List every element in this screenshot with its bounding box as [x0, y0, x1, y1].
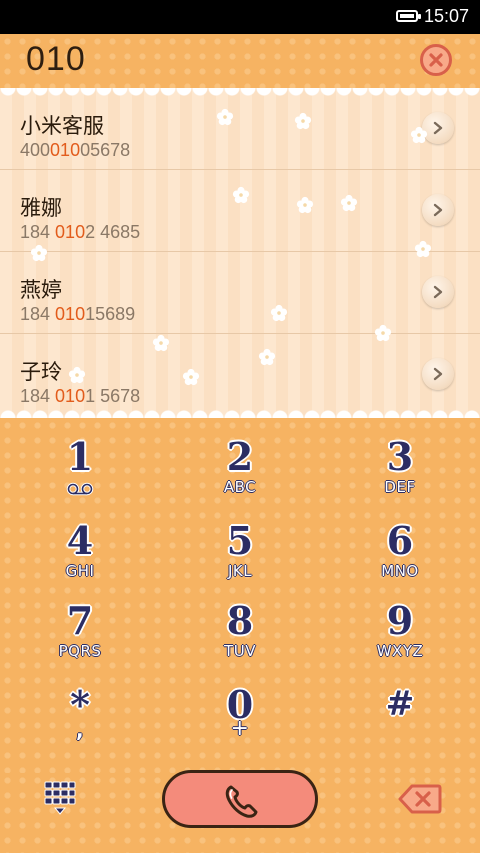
- key-hash[interactable]: #: [320, 672, 480, 754]
- contact-number: 184 01015689: [20, 304, 136, 324]
- backspace-icon[interactable]: [398, 783, 442, 815]
- key-0[interactable]: 0 +: [160, 672, 320, 754]
- flower-decoration-icon: [414, 240, 432, 258]
- dialed-number: 010: [26, 40, 86, 78]
- key-1[interactable]: 1: [0, 424, 160, 506]
- contact-row[interactable]: 燕婷 184 01015689: [0, 252, 480, 334]
- contact-name: 燕婷: [20, 278, 62, 302]
- call-button[interactable]: [162, 770, 318, 828]
- chevron-right-icon: [433, 285, 443, 299]
- battery-icon: [396, 10, 421, 22]
- key-5[interactable]: 5 JKL: [160, 508, 320, 590]
- key-3[interactable]: 3 DEF: [320, 424, 480, 506]
- flower-decoration-icon: [232, 186, 250, 204]
- contact-detail-button[interactable]: [422, 276, 454, 308]
- clear-number-button[interactable]: [420, 44, 452, 76]
- contact-name: 小米客服: [20, 114, 104, 138]
- phone-icon: [225, 785, 258, 818]
- flower-decoration-icon: [410, 126, 428, 144]
- key-star[interactable]: * ,: [0, 672, 160, 754]
- flower-decoration-icon: [30, 244, 48, 262]
- key-6[interactable]: 6 MNO: [320, 508, 480, 590]
- flower-decoration-icon: [374, 324, 392, 342]
- contact-number: 184 0102 4685: [20, 222, 141, 242]
- flower-decoration-icon: [270, 304, 288, 322]
- key-8[interactable]: 8 TUV: [160, 588, 320, 670]
- key-9[interactable]: 9 WXYZ: [320, 588, 480, 670]
- contact-detail-button[interactable]: [422, 194, 454, 226]
- contact-number: 184 0101 5678: [20, 386, 141, 406]
- dial-header: 010: [0, 34, 480, 88]
- clear-x-icon: [429, 53, 443, 67]
- contact-name: 子玲: [20, 360, 62, 384]
- chevron-right-icon: [433, 367, 443, 381]
- contact-row[interactable]: 雅娜 184 0102 4685: [0, 170, 480, 252]
- flower-decoration-icon: [294, 112, 312, 130]
- dial-keypad: 1 2 ABC 3 DEF 4 GHI 5 JKL 6 MNO 7 PQRS 8…: [0, 418, 480, 773]
- contact-suggestions-list: 小米客服 40001005678 雅娜 184 0102 4685 燕婷 184…: [0, 88, 480, 418]
- flower-decoration-icon: [340, 194, 358, 212]
- voicemail-icon: [66, 482, 94, 496]
- contact-row[interactable]: 小米客服 40001005678: [0, 88, 480, 170]
- chevron-right-icon: [433, 203, 443, 217]
- contact-name: 雅娜: [20, 196, 62, 220]
- dialer-bottom-bar: [0, 770, 480, 853]
- flower-decoration-icon: [296, 196, 314, 214]
- flower-decoration-icon: [258, 348, 276, 366]
- contact-detail-button[interactable]: [422, 358, 454, 390]
- key-4[interactable]: 4 GHI: [0, 508, 160, 590]
- keypad-grid-icon[interactable]: [44, 781, 76, 817]
- flower-decoration-icon: [152, 334, 170, 352]
- lace-border-bottom: [0, 410, 480, 418]
- flower-decoration-icon: [216, 108, 234, 126]
- contact-number: 40001005678: [20, 140, 131, 160]
- flower-decoration-icon: [182, 368, 200, 386]
- status-bar: 15:07: [0, 0, 480, 34]
- flower-decoration-icon: [68, 366, 86, 384]
- chevron-right-icon: [433, 121, 443, 135]
- key-7[interactable]: 7 PQRS: [0, 588, 160, 670]
- status-time: 15:07: [424, 6, 470, 26]
- key-2[interactable]: 2 ABC: [160, 424, 320, 506]
